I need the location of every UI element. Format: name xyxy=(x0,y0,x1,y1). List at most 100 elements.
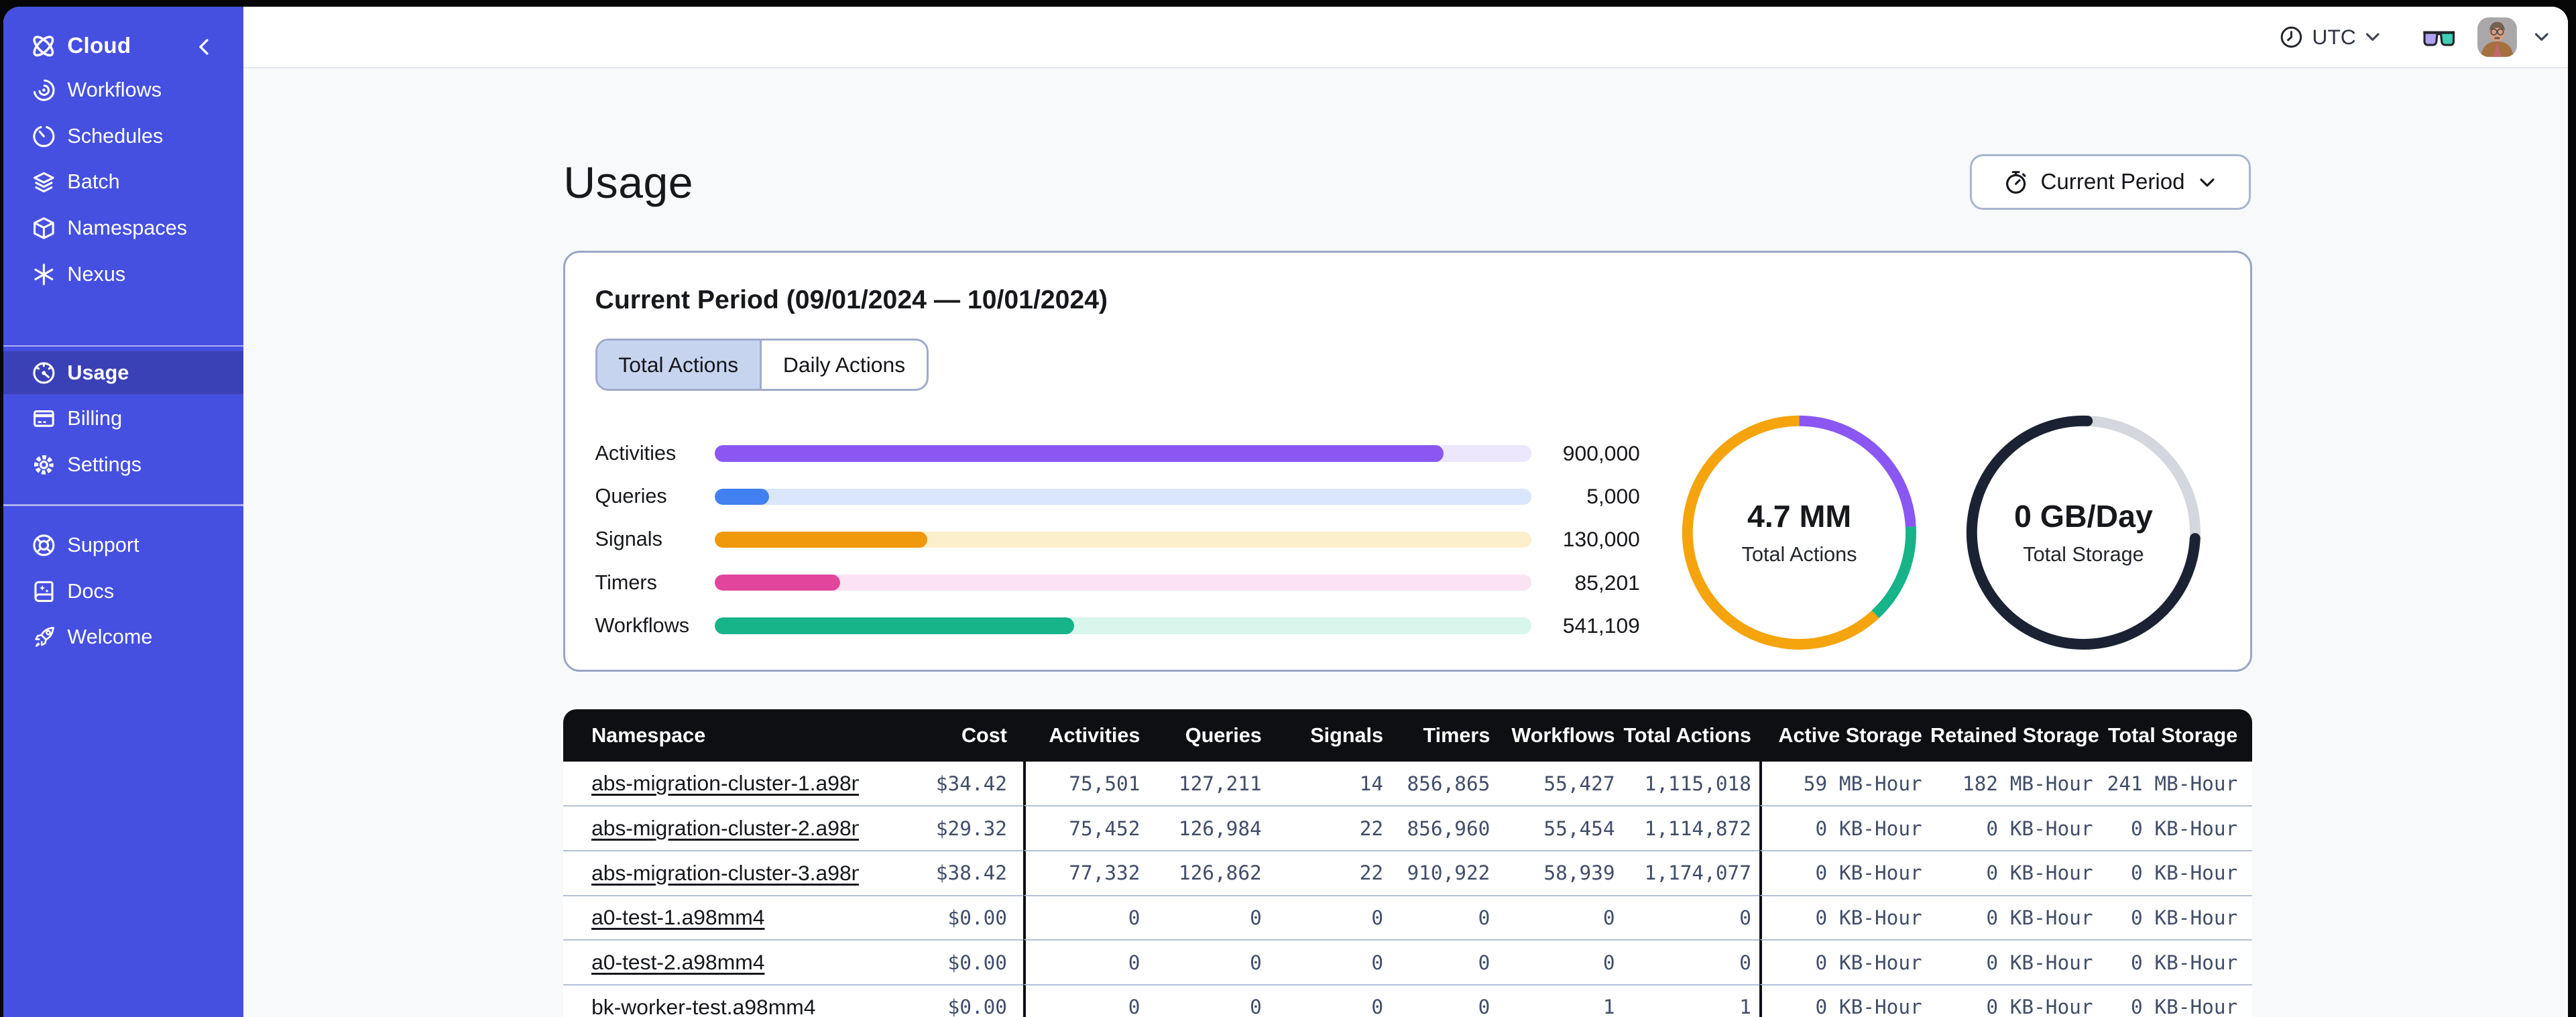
sidebar-divider xyxy=(3,345,243,347)
tab-total-actions[interactable]: Total Actions xyxy=(597,340,760,390)
cell-retained-storage: 0 KB-Hour xyxy=(1930,805,2101,850)
bar-row-queries: Queries 5,000 xyxy=(595,475,1647,518)
namespace-usage-table: Namespace Cost Activities Queries Signals Tim… xyxy=(563,709,2253,1017)
sidebar-item-settings[interactable]: Settings xyxy=(3,444,243,487)
period-selector-label: Current Period xyxy=(2040,169,2185,194)
browser-viewport: Cloud Workflows Schedules Batch Namespaces N… xyxy=(3,6,2568,1017)
bar-fill xyxy=(715,488,769,505)
glasses-icon[interactable] xyxy=(2422,25,2456,50)
sidebar-item-schedules[interactable]: Schedules xyxy=(3,113,243,160)
sidebar-item-welcome[interactable]: Welcome xyxy=(3,616,243,659)
cell-total-storage: 241 MB-Hour xyxy=(2101,762,2253,806)
cell-active-storage: 0 KB-Hour xyxy=(1759,805,1930,850)
column-header-namespace: Namespace xyxy=(563,709,860,762)
namespace-link[interactable]: bk-worker-test.a98mm4 xyxy=(591,995,815,1017)
stopwatch-icon xyxy=(2003,169,2029,195)
column-header-timers: Timers xyxy=(1391,709,1499,762)
sidebar-nav-account: Usage Billing Settings xyxy=(3,351,243,489)
cell-active-storage: 0 KB-Hour xyxy=(1759,939,1930,984)
donut-value: 4.7 MM xyxy=(1747,499,1852,534)
sidebar-item-support[interactable]: Support xyxy=(3,524,243,567)
cell-total-actions: 1,114,872 xyxy=(1623,805,1760,850)
bar-track xyxy=(715,574,1532,591)
cell-cost: $29.32 xyxy=(859,805,1024,850)
donut-label: Total Actions xyxy=(1741,542,1857,566)
bar-fill xyxy=(715,617,1075,634)
cell-retained-storage: 0 KB-Hour xyxy=(1930,983,2101,1017)
clock-icon xyxy=(2279,25,2304,50)
column-header-retained-storage: Retained Storage xyxy=(1930,709,2101,762)
cell-retained-storage: 0 KB-Hour xyxy=(1930,894,2101,940)
cell-queries: 0 xyxy=(1148,894,1271,940)
namespace-link[interactable]: abs-migration-cluster-2.a98mm4 xyxy=(591,816,859,840)
total-storage-donut: 0 GB/Day Total Storage xyxy=(1965,414,2202,651)
cell-activities: 75,452 xyxy=(1023,805,1149,850)
sidebar-item-workflows[interactable]: Workflows xyxy=(3,67,243,113)
sidebar-collapse-icon[interactable] xyxy=(194,34,215,56)
cell-workflows: 55,427 xyxy=(1498,762,1623,806)
cell-activities: 0 xyxy=(1023,983,1149,1017)
sidebar-item-namespaces[interactable]: Namespaces xyxy=(3,205,243,251)
column-header-total-actions: Total Actions xyxy=(1623,709,1760,762)
sidebar-divider xyxy=(3,504,243,506)
brand-label: Cloud xyxy=(67,33,131,58)
namespace-link[interactable]: abs-migration-cluster-1.a98mm4 xyxy=(591,771,859,795)
workflows-icon xyxy=(32,78,56,103)
donut-value: 0 GB/Day xyxy=(2013,499,2153,534)
cell-workflows: 1 xyxy=(1498,983,1623,1017)
docs-icon xyxy=(32,579,56,604)
batch-icon xyxy=(32,170,56,195)
avatar[interactable] xyxy=(2477,17,2517,57)
column-header-queries: Queries xyxy=(1148,709,1271,762)
cell-cost: $0.00 xyxy=(859,939,1024,984)
sidebar-item-label: Batch xyxy=(67,170,120,194)
cell-timers: 0 xyxy=(1391,939,1499,984)
table-row: bk-worker-test.a98mm4 $0.00 0 0 0 0 1 1 0 KB-Hou… xyxy=(563,983,2253,1017)
cell-timers: 0 xyxy=(1391,983,1499,1017)
cell-workflows: 55,454 xyxy=(1498,805,1623,850)
cell-workflows: 58,939 xyxy=(1498,849,1623,895)
cell-queries: 0 xyxy=(1148,939,1271,984)
sidebar-item-nexus[interactable]: Nexus xyxy=(3,251,243,298)
cell-timers: 856,865 xyxy=(1391,762,1499,806)
cell-total-storage: 0 KB-Hour xyxy=(2101,894,2253,940)
sidebar-item-label: Usage xyxy=(67,361,129,384)
sidebar-item-billing[interactable]: Billing xyxy=(3,398,243,440)
sidebar-item-label: Schedules xyxy=(67,124,164,147)
cell-total-storage: 0 KB-Hour xyxy=(2101,939,2253,984)
bar-label: Timers xyxy=(595,571,657,594)
sidebar-item-usage[interactable]: Usage xyxy=(3,351,243,395)
chevron-down-icon xyxy=(2363,27,2382,46)
cell-queries: 126,984 xyxy=(1148,805,1271,850)
period-selector-button[interactable]: Current Period xyxy=(1969,154,2251,211)
bar-track xyxy=(715,445,1532,462)
sidebar-nav-main: Workflows Schedules Batch Namespaces Nexus xyxy=(3,67,243,297)
timezone-selector[interactable]: UTC xyxy=(2279,25,2382,50)
bar-fill xyxy=(715,574,840,591)
sidebar-item-label: Billing xyxy=(67,407,123,430)
sidebar-item-label: Settings xyxy=(67,453,142,476)
nexus-icon xyxy=(32,262,56,287)
column-header-total-storage: Total Storage xyxy=(2101,709,2253,762)
namespace-link[interactable]: abs-migration-cluster-3.a98mm4 xyxy=(591,861,859,885)
cell-activities: 0 xyxy=(1023,939,1149,984)
namespaces-icon xyxy=(32,216,56,241)
cell-signals: 0 xyxy=(1270,894,1392,940)
account-menu-chevron-icon[interactable] xyxy=(2532,27,2551,46)
bar-fill xyxy=(715,445,1444,462)
main-area: UTC Usage Current Period Current Period … xyxy=(243,6,2568,1017)
column-header-workflows: Workflows xyxy=(1498,709,1623,762)
column-header-signals: Signals xyxy=(1270,709,1392,762)
cell-timers: 856,960 xyxy=(1391,805,1499,850)
namespace-link[interactable]: a0-test-1.a98mm4 xyxy=(591,905,764,929)
bar-label: Workflows xyxy=(595,613,690,637)
cell-active-storage: 0 KB-Hour xyxy=(1759,983,1930,1017)
namespace-link[interactable]: a0-test-2.a98mm4 xyxy=(591,950,764,974)
page-title: Usage xyxy=(563,158,694,208)
sidebar: Cloud Workflows Schedules Batch Namespaces N… xyxy=(3,6,243,1017)
sidebar-item-batch[interactable]: Batch xyxy=(3,160,243,206)
tab-daily-actions[interactable]: Daily Actions xyxy=(759,340,927,390)
cell-total-actions: 1,115,018 xyxy=(1623,762,1760,806)
sidebar-item-docs[interactable]: Docs xyxy=(3,570,243,613)
cell-workflows: 0 xyxy=(1498,894,1623,940)
